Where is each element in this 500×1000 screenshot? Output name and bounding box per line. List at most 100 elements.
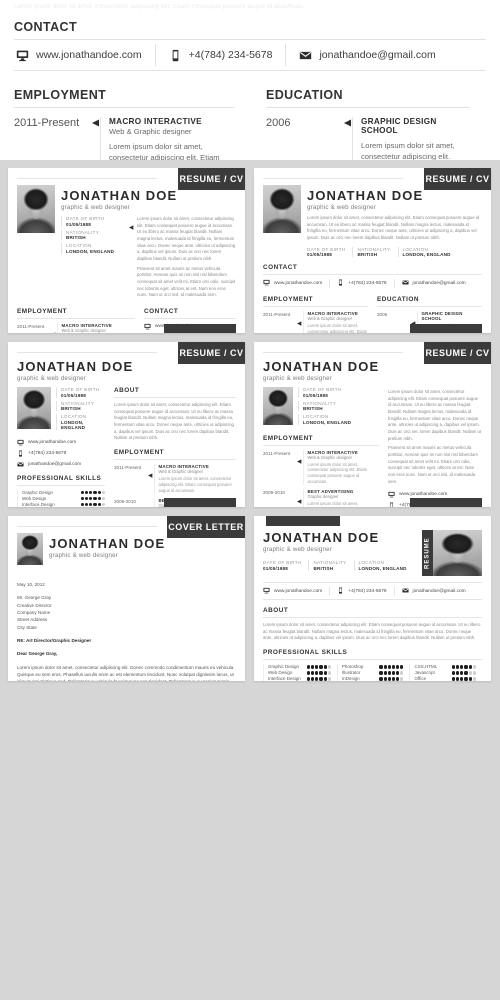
section-education: EDUCATION xyxy=(377,296,420,304)
detail-education-year: 2006 xyxy=(266,117,291,129)
skill-group: PhotoshopIllustratorInDesignDreamweaver xyxy=(336,663,410,681)
contact-website[interactable]: www.jonathandoe.com xyxy=(17,439,105,446)
contact-phone[interactable]: +4(784) 234-5678 xyxy=(17,449,105,457)
detail-education-heading: EDUCATION xyxy=(266,88,343,102)
recipient-city-state: City State xyxy=(17,624,37,630)
detail-employment-org: MACRO INTERACTIVE xyxy=(109,117,202,126)
about-paragraph-1: Lorem ipsum dolor sit amet, consectetur … xyxy=(263,622,481,641)
meta-nationality: NATIONALITY BRITISH xyxy=(352,246,390,258)
envelope-icon xyxy=(401,587,409,596)
footer-bar xyxy=(410,324,482,333)
skill-rating xyxy=(379,671,404,675)
page-title: JONATHAN DOE xyxy=(17,359,134,374)
detail-education-desc: Lorem ipsum dolor sit amet, consectetur … xyxy=(361,141,455,160)
monitor-icon xyxy=(263,587,270,596)
skill-dot xyxy=(379,671,383,675)
skill-name: Web Design xyxy=(22,496,47,501)
skill-row: Interface Design xyxy=(22,502,105,507)
template-card-cover-letter[interactable]: COVER LETTER JONATHAN DOE graphic & web … xyxy=(8,516,245,681)
detail-education-column: EDUCATION 2006 GRAPHIC DESIGN SCHOOL Lor… xyxy=(250,79,486,160)
skill-dot xyxy=(379,677,383,681)
template-card-resume-3[interactable]: RESUME / CV JONATHAN DOE graphic & web d… xyxy=(8,342,245,507)
rule xyxy=(263,582,482,583)
skill-dot xyxy=(80,490,85,495)
contact-phone[interactable]: +4(784) 234-5678 xyxy=(329,587,393,596)
template-card-resume-5[interactable]: JONATHAN DOE graphic & web designer DATE… xyxy=(254,516,491,681)
meta-dob: DATE OF BIRTH 01/05/1988 xyxy=(263,560,302,571)
contact-email[interactable]: jonathandoe@gmail.com xyxy=(17,461,105,468)
detail-employment-body: MACRO INTERACTIVE Web & Graphic designer… xyxy=(100,117,234,160)
template-card-resume-2[interactable]: RESUME / CV JONATHAN DOE graphic & web d… xyxy=(254,168,491,333)
skill-dot xyxy=(319,677,323,681)
skill-dot xyxy=(80,502,85,507)
skill-rating xyxy=(306,671,331,675)
skill-group: Graphic Design Web Design Interface Design… xyxy=(17,489,105,507)
skill-dot xyxy=(464,671,468,675)
skill-dot xyxy=(391,665,396,669)
contact-phone[interactable]: +4(784) 234-5678 xyxy=(329,279,393,289)
skill-name: Illustrator xyxy=(341,670,361,676)
detail-employment-year: 2011-Present xyxy=(14,117,80,129)
skill-dot xyxy=(391,671,396,675)
skill-dot xyxy=(451,677,456,681)
template-card-resume-4[interactable]: RESUME / CV JONATHAN DOE graphic & web d… xyxy=(254,342,491,507)
skill-name: Office xyxy=(414,676,427,681)
detail-contact-phone[interactable]: +4(784) 234-5678 xyxy=(154,44,286,66)
skill-dot xyxy=(85,496,89,501)
envelope-icon xyxy=(17,461,24,468)
skill-dot xyxy=(97,496,101,501)
skill-rating xyxy=(451,671,476,675)
avatar xyxy=(17,533,43,565)
skill-dot xyxy=(472,671,476,675)
skill-dot xyxy=(97,502,101,507)
header-rule xyxy=(17,526,157,527)
skill-dot xyxy=(451,671,456,675)
footer-bar xyxy=(164,324,236,333)
contact-website[interactable]: www.jonathandoe.com xyxy=(263,279,329,288)
skill-name: InDesign xyxy=(341,676,360,681)
monitor-icon xyxy=(388,491,395,498)
skill-dot xyxy=(323,665,327,669)
template-card-resume-1[interactable]: RESUME / CV JONATHAN DOE graphic & web d… xyxy=(8,168,245,333)
skill-dot xyxy=(468,671,472,675)
detail-employment-column: EMPLOYMENT 2011-Present MACRO INTERACTIV… xyxy=(14,79,250,160)
meta-location: LOCATION LONDON, ENGLAND xyxy=(56,414,105,430)
detail-columns: EMPLOYMENT 2011-Present MACRO INTERACTIV… xyxy=(14,79,486,160)
footer-bar xyxy=(410,498,482,507)
skill-group: Graphic Design Web Design Interface Design… xyxy=(263,663,337,681)
section-employment: EMPLOYMENT xyxy=(263,296,314,304)
skill-dot xyxy=(310,665,315,669)
skill-dot xyxy=(85,490,89,495)
skill-dot xyxy=(460,677,464,681)
personal-meta: DATE OF BIRTH 01/05/1988 NATIONALITY BRITI… xyxy=(307,246,482,258)
page-title: JONATHAN DOE xyxy=(307,188,424,203)
detail-contact-email[interactable]: jonathandoe@gmail.com xyxy=(285,44,448,66)
contact-email[interactable]: jonathandoe@gmail.com xyxy=(393,587,473,596)
contact-row: www.jonathandoe.com +4(784) 234-5678 jon… xyxy=(263,279,482,289)
header-rule xyxy=(263,352,403,353)
detail-education-body: GRAPHIC DESIGN SCHOOL Lorem ipsum dolor … xyxy=(352,117,470,160)
avatar xyxy=(263,387,293,425)
about-paragraph-1: Lorem ipsum dolor sit amet, consectetur … xyxy=(388,389,482,441)
meta-dob: DATE OF BIRTH 01/05/1988 xyxy=(307,246,346,258)
template-card-grid: RESUME / CV JONATHAN DOE graphic & web d… xyxy=(0,160,500,681)
meta-nationality: NATIONALITY BRITISH xyxy=(298,400,379,411)
rule xyxy=(114,397,236,398)
detail-contact-row: www.jonathandoe.com +4(784) 234-5678 jon… xyxy=(14,40,486,70)
rule xyxy=(17,317,135,319)
contact-website[interactable]: www.jonathandoe.com xyxy=(263,587,329,596)
detail-contact-website[interactable]: www.jonathandoe.com xyxy=(14,44,155,66)
header-rule xyxy=(17,352,157,353)
skill-dot xyxy=(464,665,468,669)
detail-education-rule xyxy=(266,107,470,108)
professional-skills-columns: Graphic Design Web Design Interface Design… xyxy=(263,663,482,681)
meta-dob: DATE OF BIRTH 01/05/1988 xyxy=(61,216,123,227)
skill-dot xyxy=(327,671,331,675)
section-employment: EMPLOYMENT xyxy=(114,448,165,456)
page-title: JONATHAN DOE xyxy=(263,359,380,374)
section-professional-skills: PROFESSIONAL SKILLS xyxy=(17,474,102,482)
skill-dot xyxy=(93,490,97,495)
job-tagline: graphic & web designer xyxy=(49,552,119,559)
header-rule xyxy=(17,178,157,179)
contact-email[interactable]: jonathandoe@gmail.com xyxy=(393,279,473,289)
